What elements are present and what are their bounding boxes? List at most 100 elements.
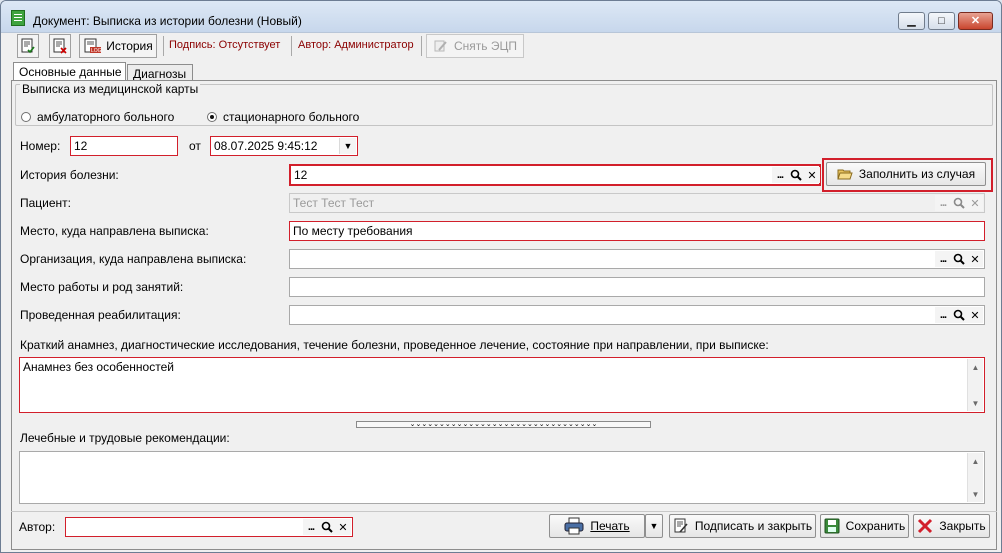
number-field[interactable]: 12 [70, 136, 178, 156]
tab-main-data[interactable]: Основные данные [13, 62, 126, 81]
recommendations-textarea[interactable] [19, 451, 985, 504]
patient-search-button[interactable] [951, 195, 967, 211]
anamnesis-label: Краткий анамнез, диагностические исследо… [20, 338, 769, 352]
rehab-lookup-button[interactable]: ... [935, 307, 951, 323]
patient-clear-button[interactable]: ✕ [967, 195, 983, 211]
organization-field[interactable] [289, 249, 985, 269]
history-search-button[interactable] [788, 167, 804, 183]
close-button-label: Закрыть [939, 519, 986, 533]
history-button[interactable]: LOG История [79, 34, 157, 58]
fill-from-case-button[interactable]: Заполнить из случая [826, 162, 986, 186]
document-cross-icon [53, 38, 67, 54]
print-button-label: Печать [590, 519, 630, 533]
log-icon: LOG [84, 38, 102, 54]
rehab-clear-button[interactable]: ✕ [967, 307, 983, 323]
rehab-label: Проведенная реабилитация: [20, 308, 181, 322]
work-label: Место работы и род занятий: [20, 280, 184, 294]
radio-outpatient[interactable]: амбулаторного больного [21, 110, 174, 124]
card-type-group-title: Выписка из медицинской карты [20, 82, 201, 96]
print-button[interactable]: Печать [549, 514, 645, 538]
maximize-button[interactable]: □ [928, 12, 955, 30]
anamnesis-value: Анамнез без особенностей [23, 360, 174, 374]
open-folder-icon [837, 169, 853, 180]
sign-document-button[interactable] [17, 34, 39, 58]
footer-divider [11, 511, 997, 512]
save-icon [824, 518, 840, 534]
organization-label: Организация, куда направлена выписка: [20, 252, 247, 266]
author-status: Автор: Администратор [298, 39, 414, 51]
author-search-button[interactable] [319, 519, 335, 535]
save-button-label: Сохранить [845, 519, 906, 533]
organization-clear-button[interactable]: ✕ [967, 251, 983, 267]
signature-status: Подпись: Отсутствует [169, 39, 281, 51]
date-dropdown-button[interactable]: ▼ [339, 138, 356, 154]
history-label: История болезни: [20, 168, 119, 182]
rehab-search-button[interactable] [951, 307, 967, 323]
radio-inpatient-circle[interactable] [207, 112, 217, 122]
history-value: 12 [294, 168, 308, 182]
document-check-icon [21, 38, 35, 54]
splitter-handle[interactable]: ⌄⌄⌄⌄⌄⌄⌄⌄⌄⌄⌄⌄⌄⌄⌄⌄⌄⌄⌄⌄⌄⌄⌄⌄⌄⌄⌄⌄⌄⌄⌄⌄ [356, 421, 651, 428]
fill-from-case-label: Заполнить из случая [858, 167, 976, 181]
history-lookup-button[interactable]: ... [772, 167, 788, 183]
search-icon [953, 253, 965, 265]
date-field[interactable]: 08.07.2025 9:45:12 [210, 136, 358, 156]
document-icon [11, 10, 25, 26]
organization-search-button[interactable] [951, 251, 967, 267]
unsign-document-button[interactable] [49, 34, 71, 58]
sign-and-close-label: Подписать и закрыть [694, 519, 813, 533]
radio-inpatient[interactable]: стационарного больного [207, 110, 359, 124]
tab-diagnoses[interactable]: Диагнозы [127, 64, 193, 81]
history-field[interactable]: 12 [289, 164, 821, 186]
document-window: Документ: Выписка из истории болезни (Но… [0, 0, 1002, 553]
close-window-button[interactable]: ✕ [958, 12, 993, 30]
toolbar-separator [163, 36, 164, 56]
radio-inpatient-label: стационарного больного [223, 110, 360, 124]
save-button[interactable]: Сохранить [820, 514, 909, 538]
sign-document-icon [674, 518, 688, 533]
toolbar-separator [421, 36, 422, 56]
radio-outpatient-circle[interactable] [21, 112, 31, 122]
remove-ecp-label: Снять ЭЦП [454, 39, 517, 53]
patient-value: Тест Тест Тест [293, 196, 375, 210]
history-button-label: История [106, 39, 153, 53]
recommendations-label: Лечебные и трудовые рекомендации: [20, 431, 230, 445]
close-button[interactable]: Закрыть [913, 514, 990, 538]
sign-and-close-button[interactable]: Подписать и закрыть [669, 514, 816, 538]
place-label: Место, куда направлена выписка: [20, 224, 209, 238]
anamnesis-textarea[interactable]: Анамнез без особенностей [19, 357, 985, 413]
author-clear-button[interactable]: ✕ [335, 519, 351, 535]
toolbar-separator [291, 36, 292, 56]
print-options-dropdown[interactable]: ▼ [645, 514, 663, 538]
place-field[interactable]: По месту требования [289, 221, 985, 241]
search-icon [953, 197, 965, 209]
svg-text:LOG: LOG [91, 48, 101, 54]
scroll-up-icon[interactable]: ▲ [968, 453, 983, 469]
work-field[interactable] [289, 277, 985, 297]
search-icon [953, 309, 965, 321]
footer-author-label: Автор: [19, 520, 56, 534]
remove-ecp-button[interactable]: Снять ЭЦП [426, 34, 524, 58]
recommendations-scrollbar[interactable]: ▲ ▼ [967, 453, 983, 502]
date-value: 08.07.2025 9:45:12 [214, 139, 318, 153]
place-value: По месту требования [293, 224, 413, 238]
title-bar[interactable]: Документ: Выписка из истории болезни (Но… [1, 1, 1001, 33]
scroll-down-icon[interactable]: ▼ [968, 486, 983, 502]
window-title: Документ: Выписка из истории болезни (Но… [33, 14, 302, 28]
chevron-down-icon: ▼ [649, 521, 659, 531]
scroll-up-icon[interactable]: ▲ [968, 359, 983, 375]
organization-lookup-button[interactable]: ... [935, 251, 951, 267]
number-label: Номер: [20, 139, 61, 153]
close-icon [918, 518, 933, 534]
search-icon [321, 521, 333, 533]
patient-lookup-button[interactable]: ... [935, 195, 951, 211]
history-clear-button[interactable]: ✕ [804, 167, 820, 183]
date-from-label: от [189, 139, 201, 153]
scroll-down-icon[interactable]: ▼ [968, 395, 983, 411]
minimize-button[interactable]: ▁ [898, 12, 925, 30]
anamnesis-scrollbar[interactable]: ▲ ▼ [967, 359, 983, 411]
rehab-field[interactable] [289, 305, 985, 325]
patient-field: Тест Тест Тест [289, 193, 985, 213]
search-icon [790, 169, 802, 181]
author-lookup-button[interactable]: ... [303, 519, 319, 535]
